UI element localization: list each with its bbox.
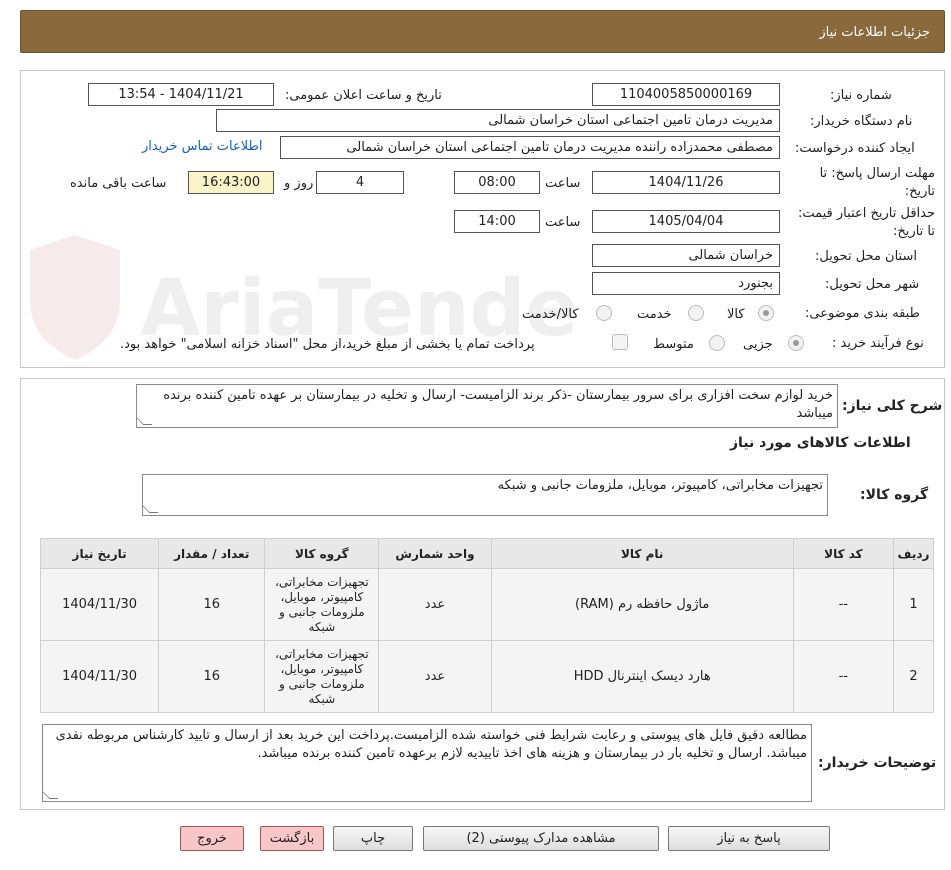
cell-need-date: 1404/11/30 — [39, 640, 160, 713]
validity-time-label: ساعت — [545, 215, 581, 230]
col-group: گروه کالا — [264, 538, 380, 569]
view-attachments-button[interactable]: مشاهده مدارک پیوستی (2) — [423, 826, 659, 851]
buyer-notes-textarea[interactable]: مطالعه دقیق فایل های پیوستی و رعایت شرای… — [42, 724, 812, 802]
col-row-number: ردیف — [892, 538, 935, 569]
description-text: خرید لوازم سخت افزاری برای سرور بیمارستا… — [163, 388, 833, 421]
table-header-row: ردیف کد کالا نام کالا واحد شمارش گروه کا… — [39, 538, 935, 569]
contact-buyer-link[interactable]: اطلاعات تماس خریدار — [142, 139, 262, 154]
announce-field: 1404/11/21 - 13:54 — [88, 83, 274, 106]
col-unit: واحد شمارش — [378, 538, 492, 569]
process-option-minor: جزیی — [743, 337, 773, 352]
city-field: بجنورد — [592, 272, 780, 295]
province-label: استان محل تحویل: — [815, 249, 917, 264]
reply-button[interactable]: پاسخ به نیاز — [668, 826, 830, 851]
goods-group-label: گروه کالا: — [860, 487, 929, 503]
print-button[interactable]: چاپ — [333, 826, 413, 851]
cell-item-code: -- — [792, 640, 894, 713]
cell-unit: عدد — [378, 640, 492, 713]
items-table: ردیف کد کالا نام کالا واحد شمارش گروه کا… — [39, 538, 935, 713]
province-field: خراسان شمالی — [592, 244, 780, 267]
cell-group: تجهیزات مخابراتی، کامپیوتر، موبایل، ملزو… — [264, 640, 380, 713]
buyer-org-field: مدیریت درمان تامین اجتماعی استان خراسان … — [216, 109, 780, 132]
process-option-medium: متوسط — [653, 337, 694, 352]
description-textarea[interactable]: خرید لوازم سخت افزاری برای سرور بیمارستا… — [136, 384, 838, 428]
cell-item-name: هارد دیسک اینترنال HDD — [490, 640, 794, 713]
category-radio-goods[interactable] — [758, 305, 774, 321]
category-option-goods-service: کالا/خدمت — [522, 307, 579, 322]
buyer-org-label: نام دستگاه خریدار: — [810, 114, 913, 129]
validity-date-field: 1405/04/04 — [592, 210, 780, 233]
cell-quantity: 16 — [158, 568, 266, 641]
back-button[interactable]: بازگشت — [260, 826, 324, 851]
goods-group-textarea[interactable]: تجهیزات مخابراتی، کامپیوتر، موبایل، ملزو… — [142, 474, 828, 516]
creator-label: ایجاد کننده درخواست: — [795, 141, 915, 156]
city-label: شهر محل تحویل: — [825, 277, 920, 292]
deadline-date-field: 1404/11/26 — [592, 171, 780, 194]
page-title: جزئیات اطلاعات نیاز — [20, 10, 945, 53]
deadline-label: مهلت ارسال پاسخ: تا تاریخ: — [819, 166, 935, 199]
process-radio-minor[interactable] — [788, 335, 804, 351]
cell-unit: عدد — [378, 568, 492, 641]
cell-item-code: -- — [792, 568, 894, 641]
remaining-label: ساعت باقی مانده — [70, 176, 167, 191]
need-number-field: 1104005850000169 — [592, 83, 780, 106]
items-table-container: ردیف کد کالا نام کالا واحد شمارش گروه کا… — [39, 538, 935, 713]
days-label: روز و — [284, 176, 314, 191]
goods-group-text: تجهیزات مخابراتی، کامپیوتر، موبایل، ملزو… — [497, 478, 823, 493]
treasury-note: پرداخت تمام یا بخشی از مبلغ خرید،از محل … — [120, 337, 535, 352]
validity-label: حداقل تاریخ اعتبار قیمت: تا تاریخ: — [797, 206, 935, 239]
col-need-date: تاریخ نیاز — [39, 538, 160, 569]
table-row: 2 -- هارد دیسک اینترنال HDD عدد تجهیزات … — [39, 640, 935, 713]
cell-row-number: 1 — [892, 568, 935, 641]
cell-row-number: 2 — [892, 640, 935, 713]
goods-section-title: اطلاعات کالاهای مورد نیاز — [730, 435, 911, 451]
need-number-label: شماره نیاز: — [830, 88, 892, 103]
exit-button[interactable]: خروج — [180, 826, 244, 851]
days-field: 4 — [316, 171, 404, 194]
buyer-notes-label: توضیحات خریدار: — [818, 755, 937, 771]
category-option-goods: کالا — [727, 307, 745, 322]
cell-item-name: ماژول حافظه رم (RAM) — [490, 568, 794, 641]
col-item-name: نام کالا — [490, 538, 794, 569]
remaining-time-field: 16:43:00 — [188, 171, 274, 194]
resize-grip-icon[interactable] — [143, 504, 159, 513]
buyer-notes-text: مطالعه دقیق فایل های پیوستی و رعایت شرای… — [55, 728, 807, 761]
validity-time-field: 14:00 — [454, 210, 540, 233]
process-radio-medium[interactable] — [709, 335, 725, 351]
creator-field: مصطفی محمدزاده راننده مدیریت درمان تامین… — [280, 136, 780, 159]
col-quantity: تعداد / مقدار — [158, 538, 266, 569]
table-row: 1 -- ماژول حافظه رم (RAM) عدد تجهیزات مخ… — [39, 568, 935, 641]
cell-quantity: 16 — [158, 640, 266, 713]
cell-group: تجهیزات مخابراتی، کامپیوتر، موبایل، ملزو… — [264, 568, 380, 641]
col-item-code: کد کالا — [792, 538, 894, 569]
deadline-time-field: 08:00 — [454, 171, 540, 194]
category-option-service: خدمت — [637, 307, 672, 322]
announce-label: تاریخ و ساعت اعلان عمومی: — [285, 88, 442, 103]
deadline-time-label: ساعت — [545, 176, 581, 191]
description-label: شرح کلی نیاز: — [842, 398, 943, 414]
cell-need-date: 1404/11/30 — [39, 568, 160, 641]
category-label: طبقه بندی موضوعی: — [805, 306, 921, 321]
treasury-checkbox[interactable] — [612, 334, 628, 350]
category-radio-service[interactable] — [688, 305, 704, 321]
process-label: نوع فرآیند خرید : — [832, 336, 924, 351]
resize-grip-icon[interactable] — [137, 416, 153, 425]
category-radio-goods-service[interactable] — [596, 305, 612, 321]
resize-grip-icon[interactable] — [43, 790, 59, 799]
